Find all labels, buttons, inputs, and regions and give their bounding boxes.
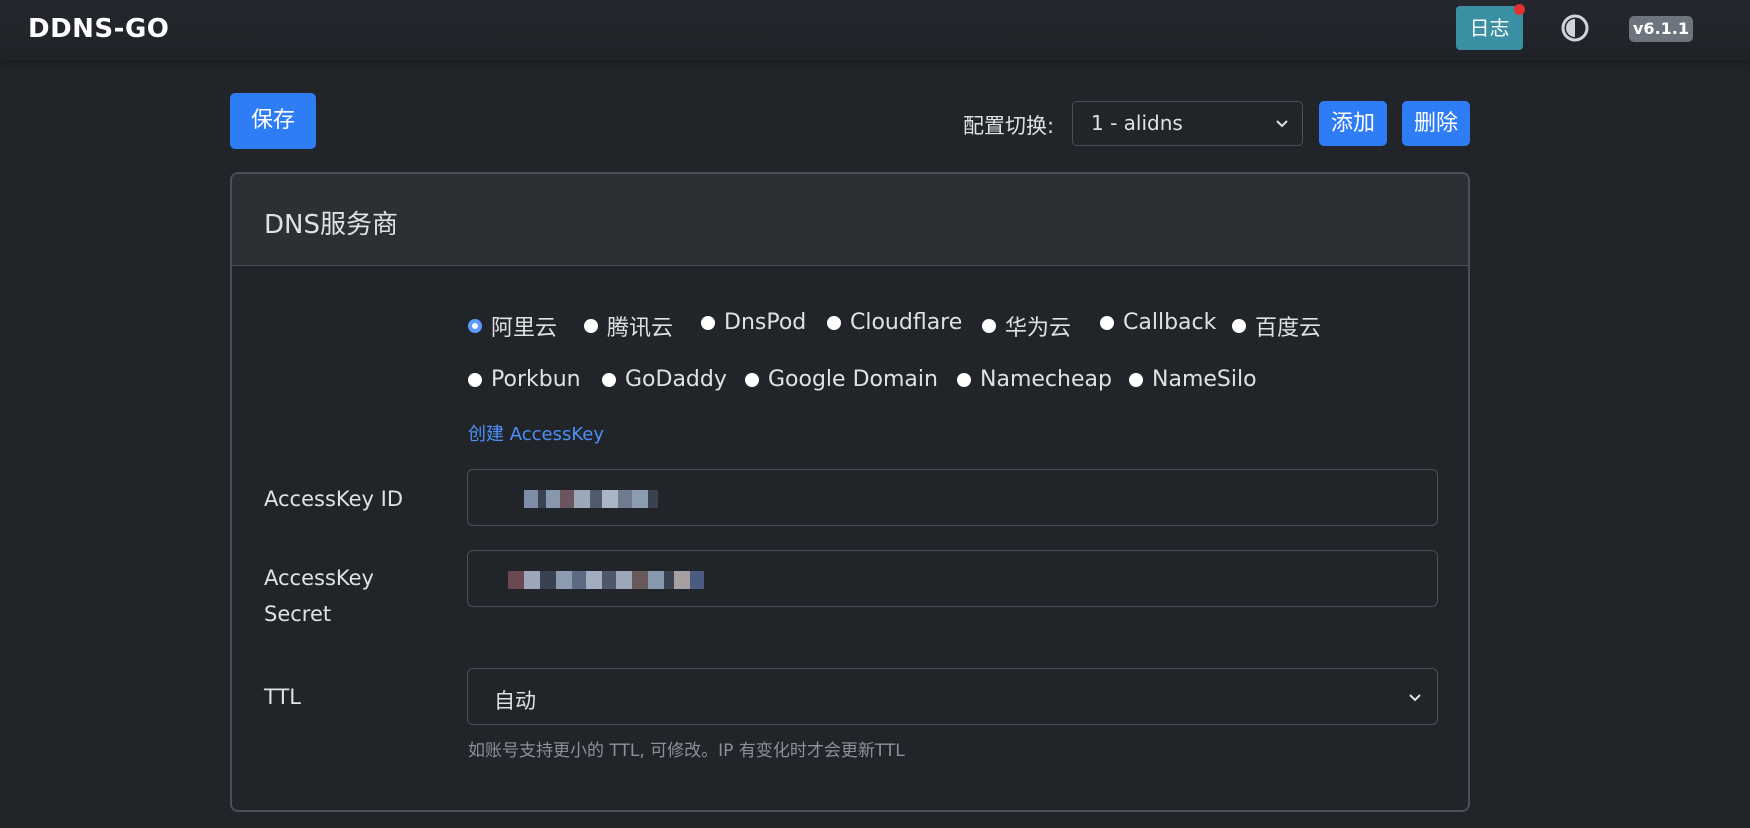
- provider-radio-namecheap[interactable]: Namecheap: [957, 367, 1112, 392]
- chevron-down-icon: [1276, 120, 1288, 128]
- notification-dot: [1514, 4, 1525, 15]
- provider-radio-namesilo[interactable]: NameSilo: [1129, 367, 1257, 392]
- add-config-button[interactable]: 添加: [1319, 101, 1387, 146]
- masked-value: [508, 571, 704, 589]
- provider-radio-dnspod[interactable]: DnsPod: [701, 310, 806, 335]
- access-key-id-label: AccessKey ID: [264, 487, 404, 511]
- radio-label: Cloudflare: [850, 310, 963, 335]
- provider-radio-cloudflare[interactable]: Cloudflare: [827, 310, 962, 335]
- ttl-select-value: 自动: [494, 689, 536, 713]
- radio-label: 华为云: [1005, 316, 1072, 341]
- masked-value: [524, 490, 658, 508]
- radio-label: 腾讯云: [607, 316, 674, 341]
- delete-config-button[interactable]: 删除: [1402, 101, 1470, 146]
- radio-label: Callback: [1123, 310, 1217, 335]
- provider-radio-aliyun[interactable]: 阿里云: [468, 310, 557, 342]
- provider-radio-tencent[interactable]: 腾讯云: [584, 310, 673, 342]
- version-badge: v6.1.1: [1629, 16, 1693, 42]
- access-key-id-input[interactable]: [467, 469, 1438, 526]
- radio-label: Google Domain: [768, 367, 938, 392]
- radio-label: Porkbun: [491, 367, 581, 392]
- provider-radio-callback[interactable]: Callback: [1100, 310, 1216, 335]
- log-button[interactable]: 日志: [1456, 4, 1525, 50]
- ttl-help-text: 如账号支持更小的 TTL, 可修改。IP 有变化时才会更新TTL: [468, 741, 905, 761]
- contrast-icon[interactable]: [1560, 13, 1590, 43]
- radio-label: NameSilo: [1152, 367, 1257, 392]
- provider-radio-google-domain[interactable]: Google Domain: [745, 367, 938, 392]
- provider-radio-porkbun[interactable]: Porkbun: [468, 367, 581, 392]
- radio-icon: [957, 372, 971, 387]
- config-select[interactable]: 1 - alidns: [1072, 101, 1303, 146]
- radio-icon: [745, 372, 759, 387]
- radio-label: GoDaddy: [625, 367, 727, 392]
- radio-icon: [1129, 372, 1143, 387]
- radio-icon: [1232, 319, 1246, 333]
- radio-icon: [701, 315, 715, 330]
- top-navbar: DDNS-GO 日志 v6.1.1: [0, 0, 1750, 60]
- radio-icon: [982, 319, 996, 333]
- provider-radio-huawei[interactable]: 华为云: [982, 310, 1071, 342]
- access-key-secret-label: AccessKey Secret: [264, 566, 374, 626]
- dns-provider-card: DNS服务商 阿里云 腾讯云 DnsPod Cloudflare 华为云 Cal…: [230, 172, 1470, 812]
- radio-checked-icon: [468, 319, 482, 333]
- radio-icon: [827, 315, 841, 330]
- radio-icon: [584, 319, 598, 333]
- brand-logo[interactable]: DDNS-GO: [28, 14, 169, 44]
- provider-radio-baidu[interactable]: 百度云: [1232, 310, 1321, 342]
- radio-icon: [602, 372, 616, 387]
- radio-icon: [468, 372, 482, 387]
- radio-label: 阿里云: [491, 316, 558, 341]
- card-title: DNS服务商: [264, 210, 398, 240]
- chevron-down-icon: [1409, 694, 1421, 702]
- radio-icon: [1100, 315, 1114, 330]
- config-switch-label: 配置切换:: [963, 114, 1055, 138]
- config-select-value: 1 - alidns: [1091, 111, 1183, 135]
- ttl-label: TTL: [264, 685, 301, 709]
- log-button-label: 日志: [1469, 16, 1510, 40]
- card-header: DNS服务商: [232, 174, 1468, 266]
- access-key-secret-input[interactable]: [467, 550, 1438, 607]
- save-button[interactable]: 保存: [230, 93, 316, 149]
- create-accesskey-link[interactable]: 创建 AccessKey: [468, 420, 604, 446]
- ttl-select[interactable]: 自动: [467, 668, 1438, 725]
- radio-label: Namecheap: [980, 367, 1112, 392]
- provider-radio-godaddy[interactable]: GoDaddy: [602, 367, 727, 392]
- radio-label: DnsPod: [724, 310, 807, 335]
- radio-label: 百度云: [1255, 316, 1322, 341]
